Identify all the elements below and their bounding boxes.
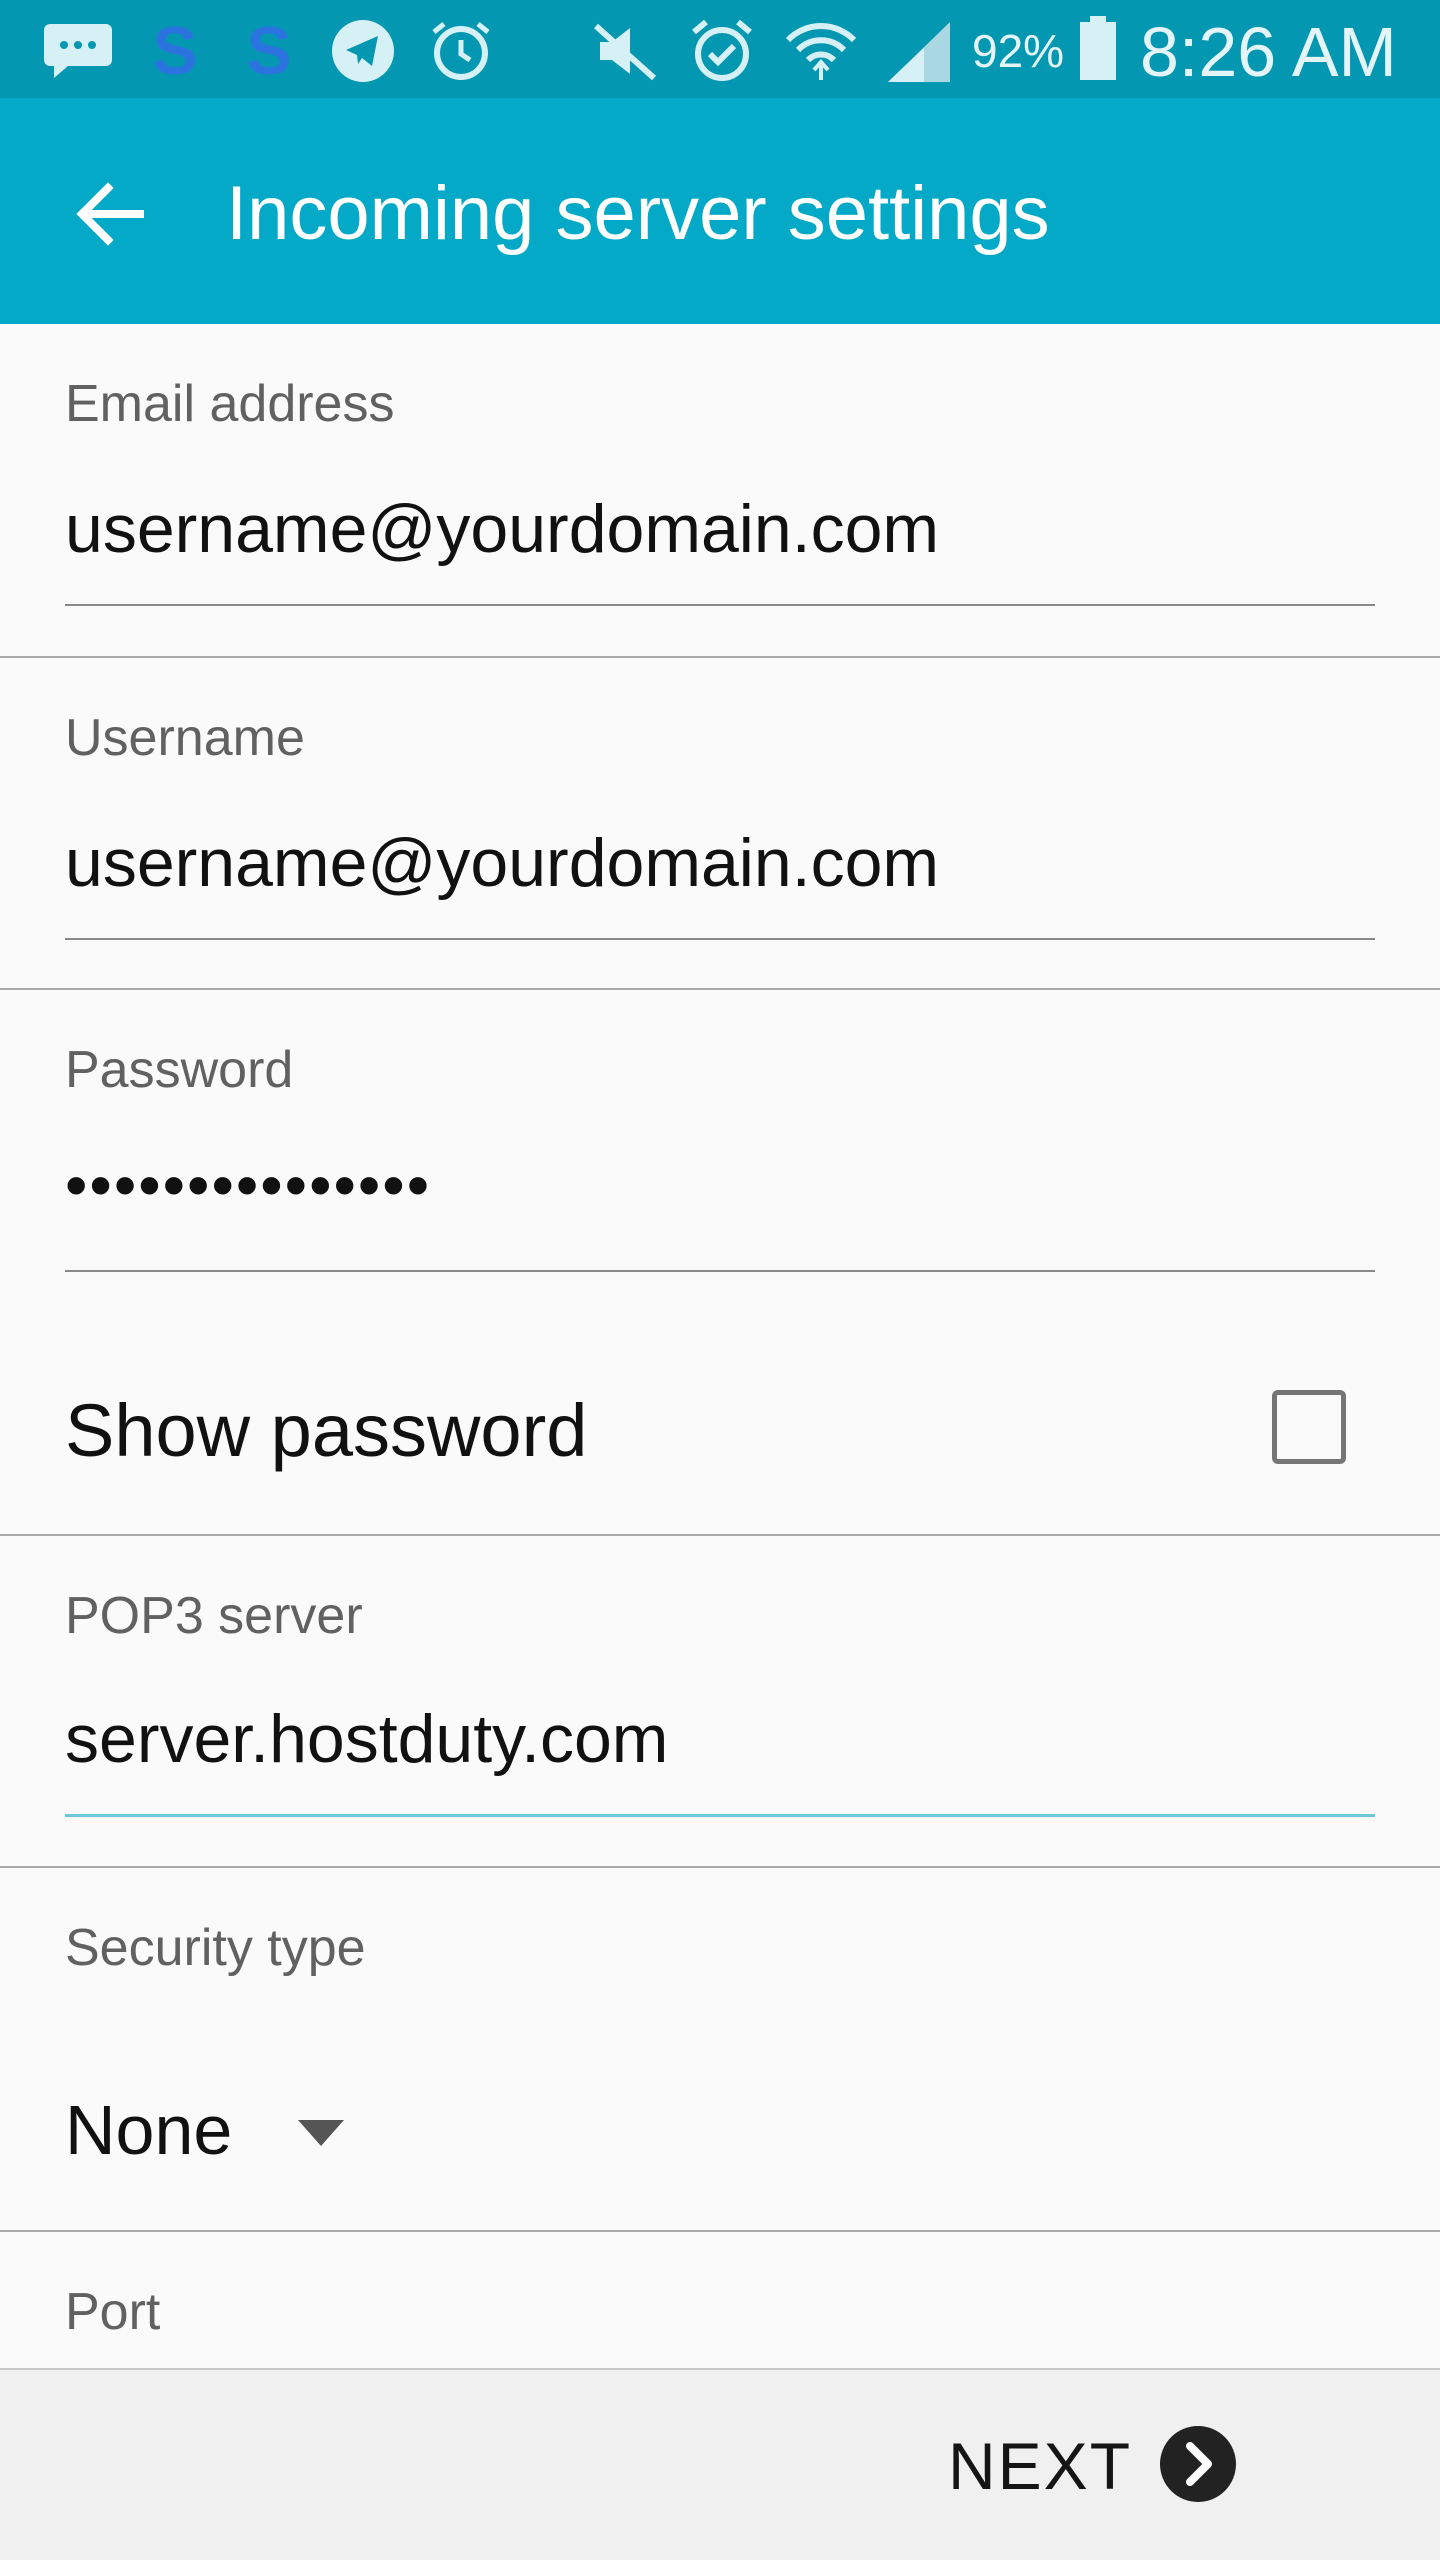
alarm-icon	[692, 19, 752, 81]
back-arrow-icon[interactable]	[74, 178, 146, 250]
port-label: Port	[65, 2283, 161, 2341]
show-password-checkbox[interactable]	[1272, 1390, 1346, 1464]
username-label: Username	[65, 709, 305, 767]
battery-percent: 92%	[972, 25, 1065, 77]
signal-icon	[888, 22, 950, 82]
password-field[interactable]: •••••••••••••••	[65, 1148, 431, 1222]
chevron-right-icon[interactable]	[1158, 2424, 1238, 2504]
security-type-label: Security type	[65, 1919, 366, 1977]
svg-text:S: S	[152, 18, 197, 84]
alarm-history-icon	[432, 22, 490, 80]
security-type-dropdown[interactable]: None	[65, 2090, 232, 2170]
battery-icon	[1080, 16, 1116, 80]
clock: 8:26 AM	[1140, 13, 1397, 91]
username-underline	[65, 938, 1375, 940]
divider	[0, 1866, 1440, 1868]
next-button[interactable]: NEXT	[948, 2428, 1132, 2504]
skype-icon: S	[152, 18, 197, 84]
mute-icon	[593, 23, 657, 81]
divider	[0, 2230, 1440, 2232]
telegram-icon	[332, 20, 394, 82]
skype-icon: S	[246, 18, 291, 84]
divider	[0, 656, 1440, 658]
email-underline	[65, 604, 1375, 606]
dropdown-caret-icon[interactable]	[296, 2118, 346, 2148]
password-label: Password	[65, 1041, 294, 1099]
show-password-label: Show password	[65, 1389, 588, 1472]
messages-icon	[44, 24, 112, 78]
email-label: Email address	[65, 375, 395, 433]
pop3-server-field[interactable]: server.hostduty.com	[65, 1700, 668, 1778]
status-bar: S S 92% 8:26 AM	[0, 0, 1440, 98]
page-title: Incoming server settings	[226, 171, 1050, 256]
wifi-icon	[785, 23, 857, 80]
email-field[interactable]: username@yourdomain.com	[65, 490, 939, 568]
password-underline	[65, 1270, 1375, 1272]
divider	[0, 1534, 1440, 1536]
divider	[0, 988, 1440, 990]
username-field[interactable]: username@yourdomain.com	[65, 824, 939, 902]
pop3-server-label: POP3 server	[65, 1587, 363, 1645]
pop3-server-underline	[65, 1814, 1375, 1817]
svg-text:S: S	[246, 18, 291, 84]
